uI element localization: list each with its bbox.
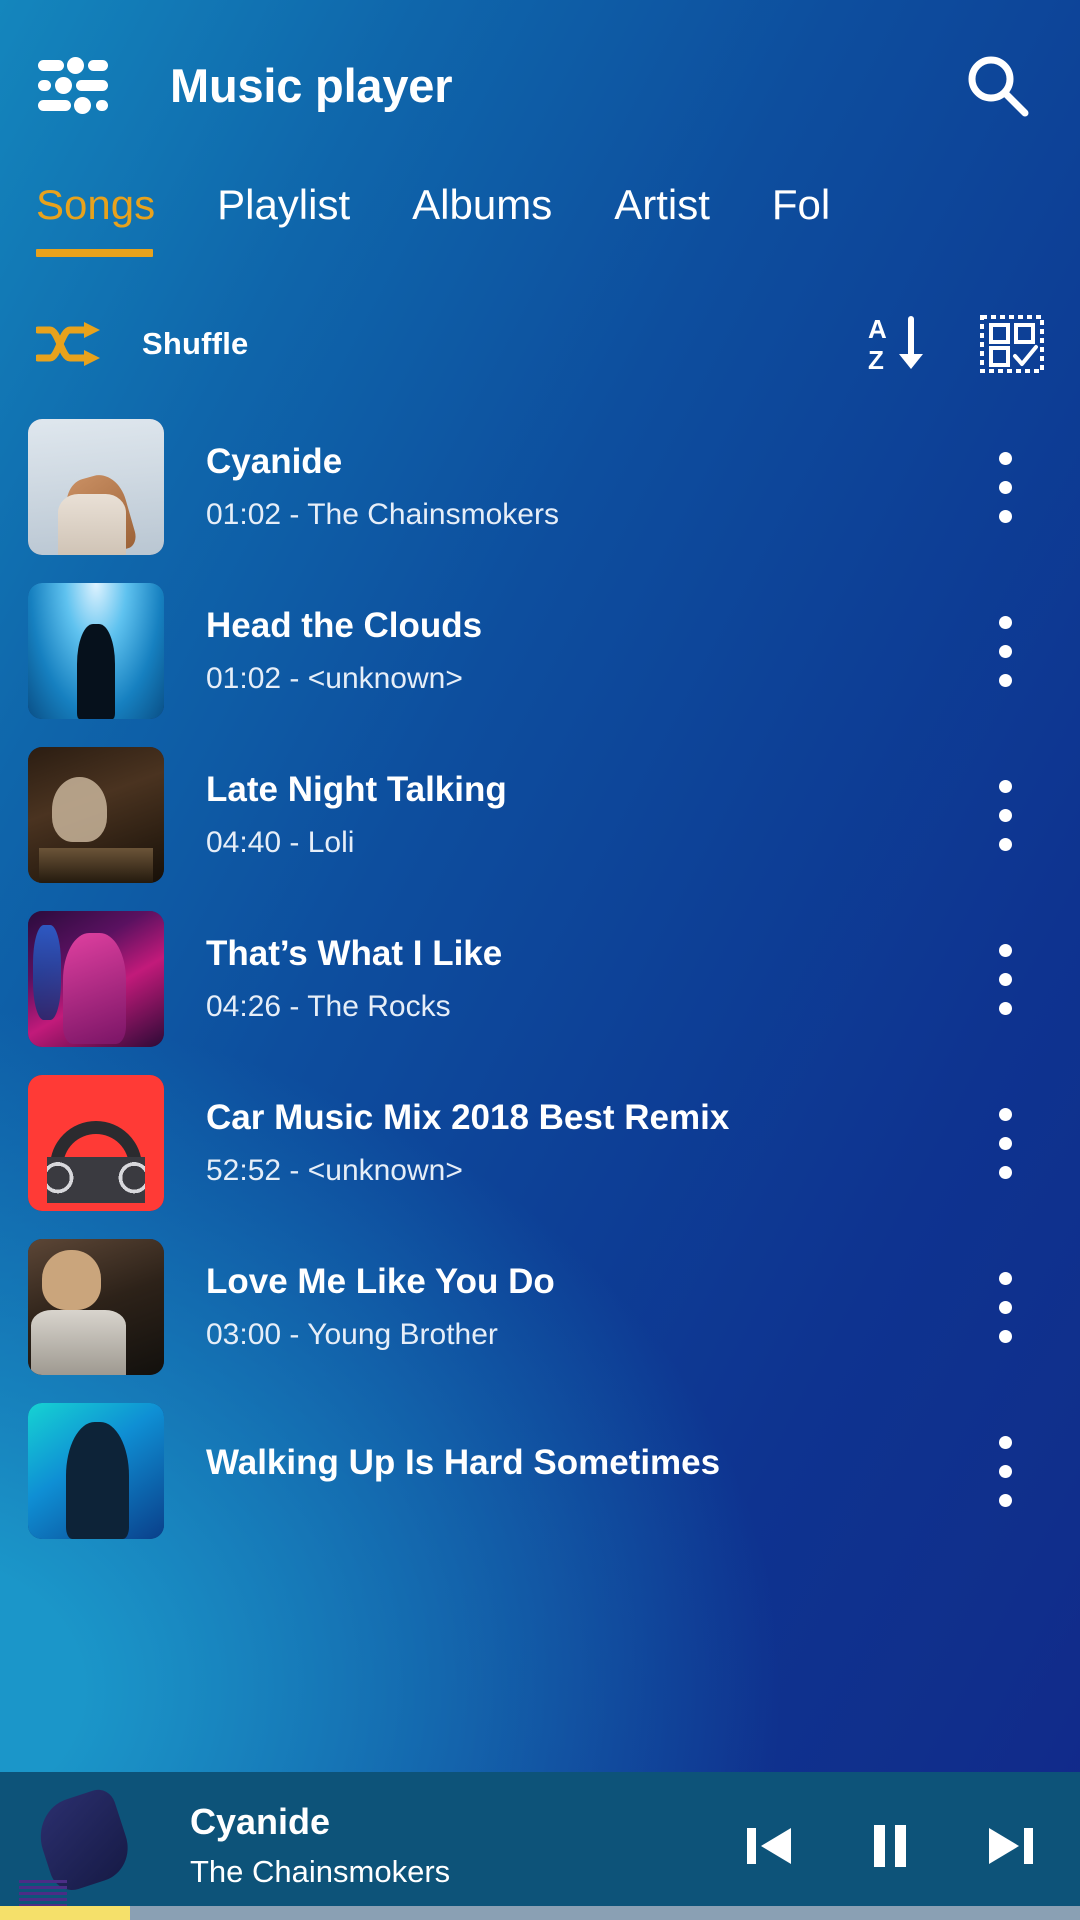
song-list[interactable]: Cyanide 01:02 - The Chainsmokers Head th…: [0, 405, 1080, 1920]
song-info: Late Night Talking 04:40 - Loli: [206, 770, 972, 859]
song-overflow-menu-icon[interactable]: [972, 439, 1038, 535]
song-row[interactable]: That’s What I Like 04:26 - The Rocks: [0, 897, 1080, 1061]
album-art: [28, 747, 164, 883]
song-title: Late Night Talking: [206, 770, 507, 810]
song-overflow-menu-icon[interactable]: [972, 603, 1038, 699]
skip-previous-icon[interactable]: [734, 1810, 806, 1882]
now-playing-title: Cyanide: [190, 1801, 331, 1843]
song-title: Love Me Like You Do: [206, 1262, 555, 1302]
song-row[interactable]: Car Music Mix 2018 Best Remix 52:52 - <u…: [0, 1061, 1080, 1225]
app-header: Music player: [0, 0, 1080, 170]
tab-songs[interactable]: Songs: [36, 172, 155, 256]
now-playing-album-art[interactable]: [0, 1772, 160, 1920]
song-title: Car Music Mix 2018 Best Remix: [206, 1098, 730, 1138]
song-row[interactable]: Walking Up Is Hard Sometimes: [0, 1389, 1080, 1553]
tab-folder[interactable]: Fol: [772, 172, 830, 230]
tab-albums[interactable]: Albums: [412, 172, 552, 230]
now-playing-artist: The Chainsmokers: [190, 1853, 451, 1889]
list-toolbar: Shuffle A Z: [0, 300, 1080, 388]
sort-az-descending-icon[interactable]: A Z: [866, 314, 928, 375]
song-overflow-menu-icon[interactable]: [972, 1423, 1038, 1519]
song-info: Car Music Mix 2018 Best Remix 52:52 - <u…: [206, 1098, 972, 1187]
album-art: [28, 1403, 164, 1539]
song-row[interactable]: Cyanide 01:02 - The Chainsmokers: [0, 405, 1080, 569]
song-row[interactable]: Head the Clouds 01:02 - <unknown>: [0, 569, 1080, 733]
song-overflow-menu-icon[interactable]: [972, 931, 1038, 1027]
song-overflow-menu-icon[interactable]: [972, 767, 1038, 863]
song-subtitle: 04:40 - Loli: [206, 825, 355, 859]
album-art: [28, 911, 164, 1047]
tab-artist[interactable]: Artist: [614, 172, 710, 230]
tab-bar: Songs Playlist Albums Artist Fol: [0, 172, 1080, 290]
song-title: Head the Clouds: [206, 606, 483, 646]
song-subtitle: 01:02 - <unknown>: [206, 661, 463, 695]
song-subtitle: 04:26 - The Rocks: [206, 989, 451, 1023]
song-info: Walking Up Is Hard Sometimes: [206, 1443, 972, 1498]
song-subtitle: 52:52 - <unknown>: [206, 1153, 463, 1187]
song-overflow-menu-icon[interactable]: [972, 1259, 1038, 1355]
album-art: [28, 1075, 164, 1211]
multi-select-icon[interactable]: [980, 315, 1044, 373]
equalizer-icon[interactable]: [38, 54, 108, 116]
svg-text:A: A: [868, 314, 887, 344]
playback-progress-track[interactable]: [0, 1906, 1080, 1920]
album-art: [28, 419, 164, 555]
toolbar-actions: A Z: [866, 314, 1044, 375]
song-info: That’s What I Like 04:26 - The Rocks: [206, 934, 972, 1023]
now-playing-bar[interactable]: Cyanide The Chainsmokers: [0, 1772, 1080, 1920]
music-player-screen: Music player Songs Playlist Albums Artis…: [0, 0, 1080, 1920]
song-title: Cyanide: [206, 442, 343, 482]
svg-text:Z: Z: [868, 345, 884, 374]
song-row[interactable]: Late Night Talking 04:40 - Loli: [0, 733, 1080, 897]
song-info: Love Me Like You Do 03:00 - Young Brothe…: [206, 1262, 972, 1351]
song-info: Head the Clouds 01:02 - <unknown>: [206, 606, 972, 695]
search-icon[interactable]: [960, 48, 1034, 122]
playback-progress-fill: [0, 1906, 130, 1920]
song-overflow-menu-icon[interactable]: [972, 1095, 1038, 1191]
now-playing-info: Cyanide The Chainsmokers: [160, 1772, 734, 1920]
song-info: Cyanide 01:02 - The Chainsmokers: [206, 442, 972, 531]
skip-next-icon[interactable]: [974, 1810, 1046, 1882]
album-art: [28, 1239, 164, 1375]
song-title: That’s What I Like: [206, 934, 503, 974]
tab-playlist[interactable]: Playlist: [217, 172, 350, 230]
song-title: Walking Up Is Hard Sometimes: [206, 1443, 721, 1483]
album-art: [28, 583, 164, 719]
pause-icon[interactable]: [854, 1810, 926, 1882]
song-row[interactable]: Love Me Like You Do 03:00 - Young Brothe…: [0, 1225, 1080, 1389]
shuffle-icon[interactable]: [34, 320, 104, 368]
shuffle-label[interactable]: Shuffle: [142, 326, 248, 362]
song-subtitle: 01:02 - The Chainsmokers: [206, 497, 559, 531]
song-subtitle: 03:00 - Young Brother: [206, 1317, 498, 1351]
playback-controls: [734, 1772, 1080, 1920]
page-title: Music player: [170, 58, 453, 112]
